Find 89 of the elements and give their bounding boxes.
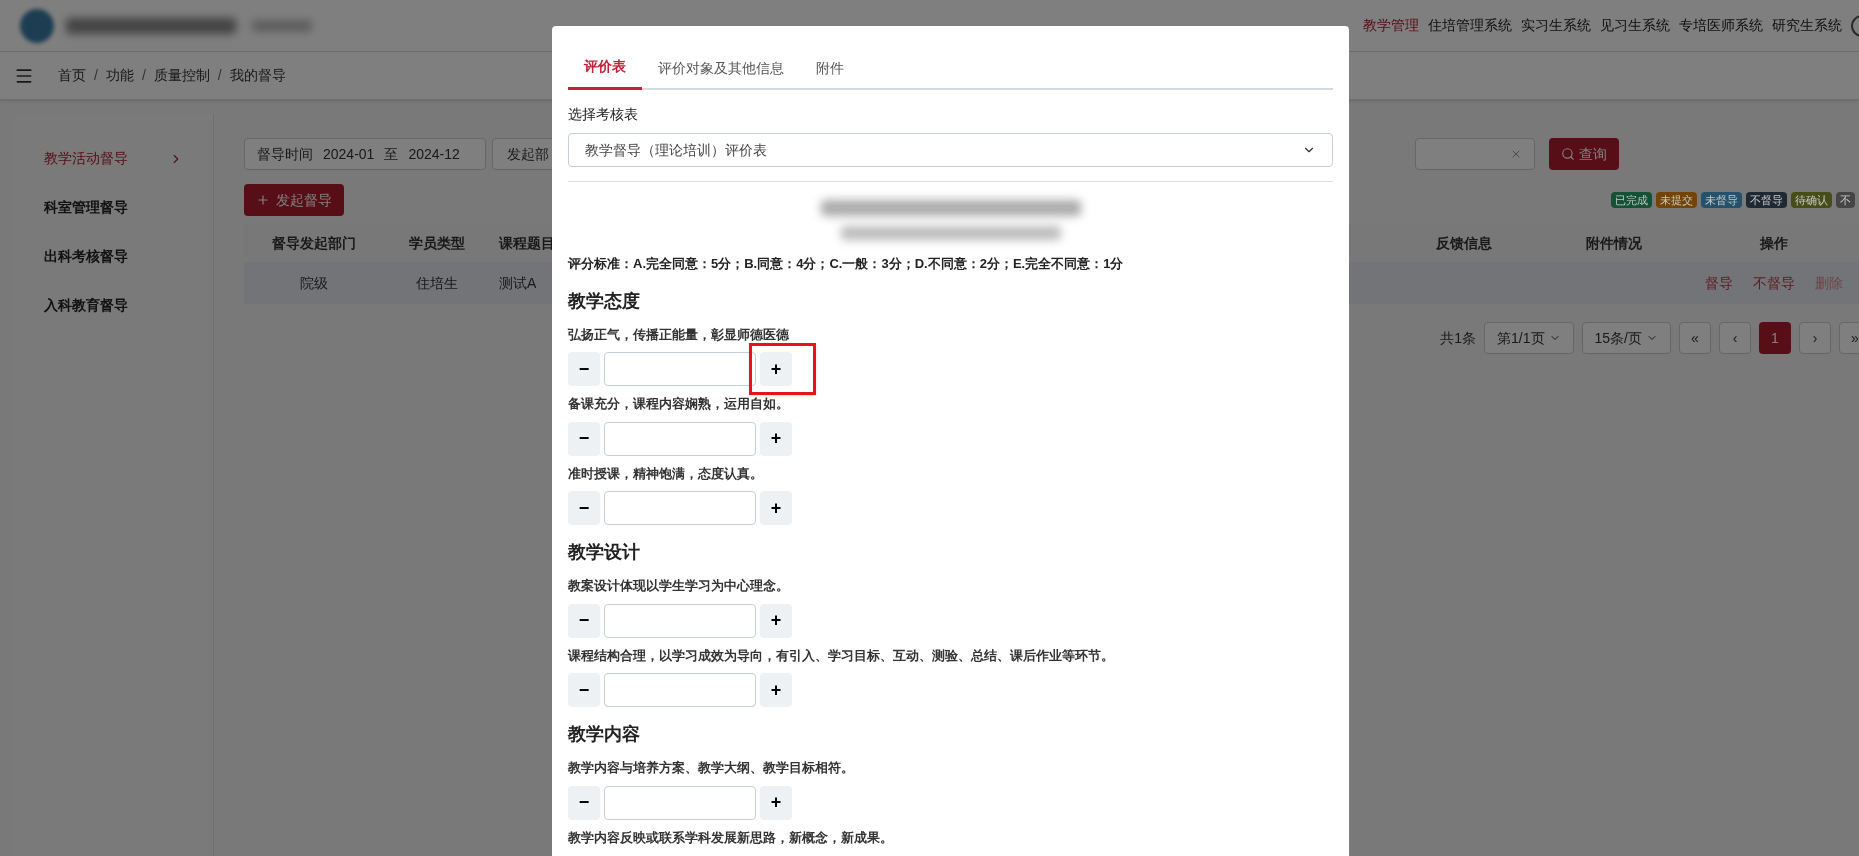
field-label: 至 bbox=[384, 144, 399, 164]
top-nav-link[interactable]: 教学管理 bbox=[1363, 15, 1419, 36]
prev-page-button[interactable]: ‹ bbox=[1719, 322, 1751, 354]
tab[interactable]: 评价对象及其他信息 bbox=[642, 46, 800, 90]
clear-icon[interactable] bbox=[1510, 148, 1522, 160]
date-value: 2024-12 bbox=[408, 144, 460, 164]
breadcrumb-separator: / bbox=[94, 66, 98, 85]
filter-field[interactable] bbox=[1415, 138, 1535, 170]
section-heading: 教学内容 bbox=[568, 723, 641, 746]
status-tag: 未提交 bbox=[1656, 191, 1697, 209]
status-tag: 不 bbox=[1836, 191, 1855, 209]
table-cell-text: 院级 bbox=[299, 273, 329, 293]
table-cell-text: 住培生 bbox=[414, 273, 459, 293]
breadcrumb-separator: / bbox=[217, 66, 222, 85]
score-field[interactable] bbox=[604, 352, 756, 386]
breadcrumb-separator: / bbox=[141, 66, 146, 85]
logo-icon bbox=[20, 8, 54, 43]
table-cell-text: 测试A bbox=[498, 273, 538, 293]
criterion-text: 备课充分，课程内容娴熟，运用自如。 bbox=[568, 395, 790, 413]
plus-button[interactable]: + bbox=[760, 673, 792, 707]
status-tag: 待确认 bbox=[1791, 191, 1832, 209]
plus-button[interactable]: + bbox=[760, 603, 792, 638]
minus-button[interactable]: − bbox=[568, 352, 600, 386]
minus-button[interactable]: − bbox=[568, 421, 600, 456]
page-button[interactable]: 1 bbox=[1759, 322, 1791, 354]
form-select[interactable]: 教学督导（理论培训）评价表 bbox=[568, 133, 1333, 167]
score-field[interactable] bbox=[604, 421, 756, 456]
status-tag: 未督导 bbox=[1701, 191, 1742, 209]
status-tag: 已完成 bbox=[1611, 191, 1652, 209]
sidebar-item[interactable]: 出科考核督导 bbox=[14, 232, 213, 281]
scoring-criteria: 评分标准：A.完全同意：5分；B.同意：4分；C.一般：3分；D.不同意：2分；E.完全不同意：1分 bbox=[568, 255, 1125, 273]
date-range-field[interactable]: 督导时间 2024-01 至 2024-12 bbox=[244, 138, 486, 170]
minus-button[interactable]: − bbox=[568, 491, 600, 525]
minus-button[interactable]: − bbox=[568, 603, 600, 638]
sidebar-item[interactable]: 教学活动督导 bbox=[14, 134, 213, 183]
column-header: 附件情况 bbox=[1585, 233, 1643, 253]
criterion-text: 教案设计体现以学生学习为中心理念。 bbox=[568, 577, 790, 595]
column-header: 操作 bbox=[1759, 233, 1789, 253]
tab[interactable]: 评价表 bbox=[568, 46, 642, 90]
sidebar-item[interactable]: 入科教育督导 bbox=[14, 281, 213, 330]
score-field[interactable] bbox=[604, 785, 756, 820]
criterion-text: 课程结构合理，以学习成效为导向，有引入、学习目标、互动、测验、总结、课后作业等环节。 bbox=[568, 646, 1115, 665]
top-nav-link[interactable]: 住培管理系统 bbox=[1428, 15, 1512, 36]
criterion-text: 教学内容反映或联系学科发展新思路，新概念，新成果。 bbox=[568, 828, 894, 847]
section-heading: 教学态度 bbox=[568, 289, 641, 313]
field-label: 选择考核表 bbox=[568, 105, 639, 124]
new-supervision-button[interactable]: 发起督导 bbox=[244, 184, 344, 216]
score-field[interactable] bbox=[604, 603, 756, 638]
action-link[interactable]: 不督导 bbox=[1753, 272, 1795, 294]
plus-icon bbox=[256, 193, 270, 207]
page-select[interactable]: 第1/1页 bbox=[1484, 322, 1574, 354]
plus-button[interactable]: + bbox=[760, 352, 792, 386]
criterion-text: 弘扬正气，传播正能量，彰显师德医德 bbox=[568, 325, 790, 344]
column-header: 课程题目 bbox=[497, 233, 556, 253]
minus-button[interactable]: − bbox=[568, 673, 600, 707]
column-header: 督导发起部门 bbox=[271, 233, 357, 253]
first-page-button[interactable]: « bbox=[1679, 322, 1711, 354]
field-label: 督导时间 bbox=[257, 144, 313, 164]
action-link[interactable]: 督导 bbox=[1705, 272, 1733, 294]
top-nav-link[interactable]: 实习生系统 bbox=[1521, 15, 1591, 36]
breadcrumb-link[interactable]: 首页 bbox=[58, 65, 86, 86]
breadcrumb-link[interactable]: 我的督导 bbox=[229, 65, 286, 86]
search-icon bbox=[1561, 147, 1575, 161]
criterion-text: 教学内容与培养方案、教学大纲、教学目标相符。 bbox=[568, 759, 855, 777]
plus-button[interactable]: + bbox=[760, 421, 792, 456]
page-size-select[interactable]: 15条/页 bbox=[1581, 322, 1671, 354]
score-field[interactable] bbox=[604, 491, 756, 525]
search-button[interactable]: 查询 bbox=[1549, 138, 1619, 170]
column-header: 学员类型 bbox=[407, 233, 466, 253]
plus-button[interactable]: + bbox=[760, 491, 792, 525]
total-count: 共1条 bbox=[1440, 328, 1477, 348]
tab[interactable]: 附件 bbox=[800, 46, 860, 90]
status-tag: 不督导 bbox=[1746, 191, 1787, 209]
sidebar-item[interactable]: 科室管理督导 bbox=[14, 183, 213, 232]
next-page-button[interactable]: › bbox=[1799, 322, 1831, 354]
section-heading: 教学设计 bbox=[568, 541, 641, 564]
blurred-subtitle bbox=[252, 19, 312, 32]
top-nav-link[interactable]: 见习生系统 bbox=[1600, 15, 1670, 36]
date-value: 2024-01 bbox=[323, 144, 375, 164]
plus-button[interactable]: + bbox=[760, 785, 792, 820]
criterion-text: 准时授课，精神饱满，态度认真。 bbox=[568, 464, 764, 483]
top-nav-link[interactable]: 研究生系统 bbox=[1772, 15, 1842, 36]
breadcrumb-link[interactable]: 功能 bbox=[105, 65, 134, 86]
top-nav-link[interactable]: 专培医师系统 bbox=[1679, 15, 1763, 36]
last-page-button[interactable]: » bbox=[1839, 322, 1859, 354]
column-header: 反馈信息 bbox=[1435, 233, 1493, 253]
breadcrumb-link[interactable]: 质量控制 bbox=[153, 65, 210, 86]
score-field[interactable] bbox=[604, 673, 756, 707]
minus-button[interactable]: − bbox=[568, 785, 600, 820]
